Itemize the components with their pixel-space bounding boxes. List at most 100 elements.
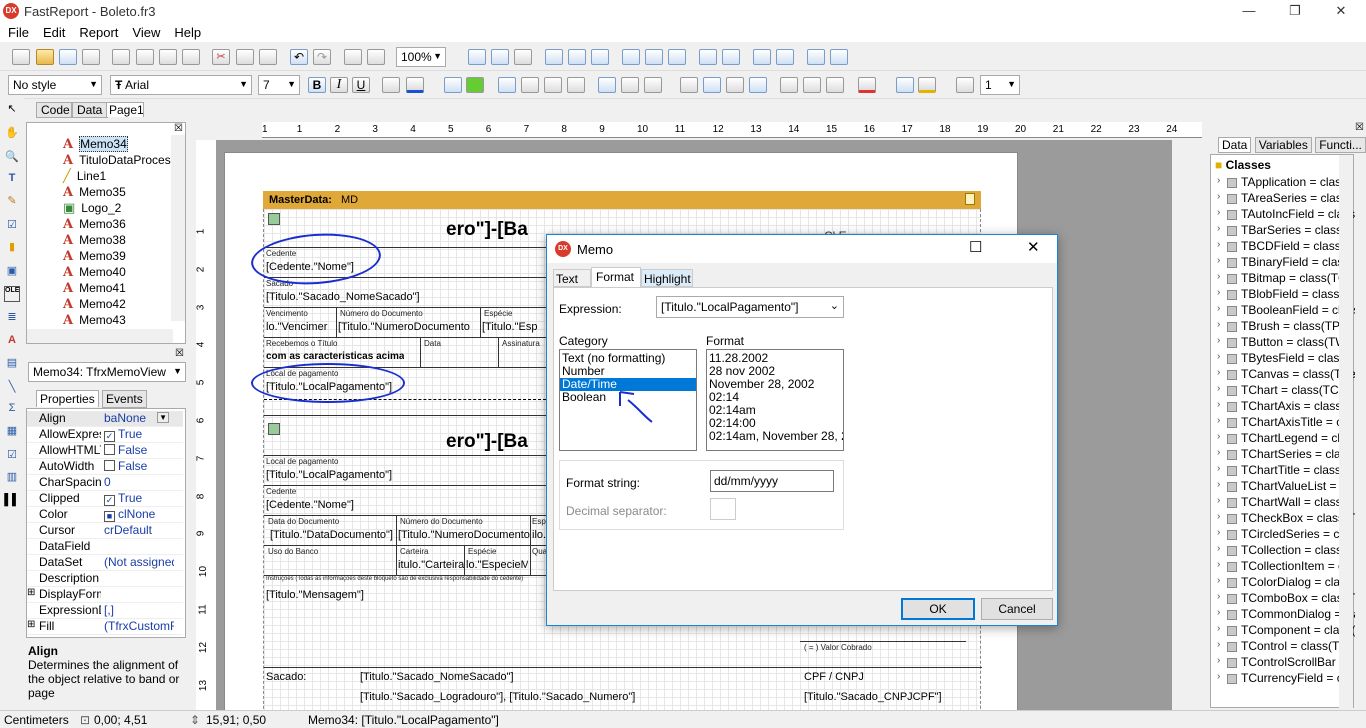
design-vscrollbar[interactable] <box>1172 140 1188 710</box>
zoom-tool-icon[interactable]: 🔍 <box>4 150 20 166</box>
page-settings-icon[interactable] <box>182 49 200 65</box>
property-row[interactable]: Cursor crDefault <box>27 523 183 539</box>
ok-button[interactable]: OK <box>901 598 975 620</box>
recebemos-field[interactable]: com as caracteristicas acima <box>266 351 404 362</box>
tree-item[interactable]: A Memo43 <box>63 313 126 329</box>
property-row[interactable]: ⊞ Fill (TfrxCustomF <box>27 619 183 635</box>
close-button[interactable]: ✕ <box>1318 0 1364 22</box>
class-item[interactable]: TBinaryField = class <box>1241 255 1355 269</box>
tab-data-tree[interactable]: Data <box>1218 137 1252 153</box>
preview-icon[interactable] <box>82 49 100 65</box>
expand-icon[interactable]: › <box>1217 671 1220 682</box>
property-row[interactable]: DataSet (Not assigned) <box>27 555 183 571</box>
classes-root[interactable]: ■ Classes <box>1215 158 1271 172</box>
checkbox-icon[interactable] <box>104 460 115 471</box>
bank-header-1[interactable]: ero"]-[Ba <box>446 219 528 241</box>
format-list[interactable]: 11.28.2002 28 nov 2002 November 28, 2002 02… <box>706 349 844 451</box>
class-item[interactable]: TButton = class(TWi <box>1241 335 1355 349</box>
restore-button[interactable]: ❐ <box>1272 0 1318 22</box>
property-value[interactable]: (TfrxCustomF <box>104 619 174 633</box>
new-page-icon[interactable] <box>112 49 130 65</box>
expand-icon[interactable]: › <box>1217 575 1220 586</box>
style-select[interactable]: No style ▼ <box>8 75 102 95</box>
fit-to-grid-icon[interactable] <box>514 49 532 65</box>
tab-code[interactable]: Code <box>36 102 72 118</box>
band-options-icon[interactable] <box>965 193 975 205</box>
expand-icon[interactable]: › <box>1217 399 1220 410</box>
text-align-center-icon[interactable] <box>521 77 539 93</box>
frame-top-icon[interactable] <box>680 77 698 93</box>
frame-style-icon[interactable] <box>956 77 974 93</box>
property-row[interactable]: DataField <box>27 539 183 555</box>
class-item[interactable]: TCanvas = class(TPe <box>1241 367 1355 381</box>
font-settings-icon[interactable] <box>382 77 400 93</box>
tab-data[interactable]: Data <box>72 102 108 118</box>
expand-icon[interactable]: › <box>1217 495 1220 506</box>
frame-all-icon[interactable] <box>780 77 798 93</box>
class-item[interactable]: TChartLegend = clas <box>1241 431 1355 445</box>
expand-icon[interactable]: › <box>1217 383 1220 394</box>
chart-tool-icon[interactable]: ▮ <box>4 240 20 256</box>
inspector-close-icon[interactable]: ☒ <box>175 348 184 359</box>
expression-select[interactable]: [Titulo."LocalPagamento"] ⌄ <box>656 296 844 318</box>
tree-item[interactable]: A Memo36 <box>63 217 126 233</box>
tree-item[interactable]: A Memo42 <box>63 297 126 313</box>
undo-icon[interactable]: ↶ <box>290 49 308 65</box>
cross-tab-tool-icon[interactable]: ▦ <box>4 424 20 440</box>
subreport-tool-icon[interactable]: ▤ <box>4 356 20 372</box>
menu-view[interactable]: View <box>124 22 166 40</box>
text-object-icon[interactable]: A <box>4 334 20 350</box>
expand-icon[interactable]: › <box>1217 319 1220 330</box>
tree-scrollbar[interactable] <box>171 135 185 321</box>
especie-field-3[interactable]: lo."EspecieM <box>466 559 528 571</box>
cut-icon[interactable]: ✂ <box>212 49 230 65</box>
center-vertical-icon[interactable] <box>776 49 794 65</box>
esp-field-2[interactable]: ilo." <box>532 529 546 541</box>
expand-icon[interactable]: › <box>1217 591 1220 602</box>
cedente-field-2[interactable]: [Cedente."Nome"] <box>266 499 354 511</box>
frame-bottom-icon[interactable] <box>703 77 721 93</box>
property-row[interactable]: CharSpacing0 <box>27 475 183 491</box>
italic-button[interactable]: I <box>330 77 348 93</box>
property-value[interactable]: False <box>104 459 174 473</box>
tab-properties[interactable]: Properties <box>36 390 99 407</box>
text-align-left-icon[interactable] <box>498 77 516 93</box>
expand-icon[interactable]: ⊞ <box>27 619 35 630</box>
cpf-field[interactable]: [Titulo."Sacado_CNPJCPF"] <box>804 691 942 703</box>
align-right-icon[interactable] <box>591 49 609 65</box>
class-item[interactable]: TChartAxisTitle = cl <box>1241 415 1355 429</box>
class-item[interactable]: TComboBox = class(T <box>1241 591 1355 605</box>
hand-tool-icon[interactable]: ✋ <box>4 126 20 142</box>
class-item[interactable]: TCurrencyField = cla <box>1241 671 1355 685</box>
property-row[interactable]: AllowHTMLTa False <box>27 443 183 459</box>
tab-format[interactable]: Format <box>591 267 641 287</box>
highlight-icon[interactable] <box>444 77 462 93</box>
text-align-right-icon[interactable] <box>544 77 562 93</box>
dropdown-icon[interactable]: ▼ <box>157 412 169 423</box>
new-dialog-icon[interactable] <box>136 49 154 65</box>
tree-item[interactable]: A Memo40 <box>63 265 126 281</box>
class-item[interactable]: TAreaSeries = class <box>1241 191 1355 205</box>
same-width-icon[interactable] <box>807 49 825 65</box>
expand-icon[interactable]: › <box>1217 175 1220 186</box>
expand-icon[interactable]: › <box>1217 287 1220 298</box>
frame-width-select[interactable]: 1 ▼ <box>980 75 1020 95</box>
property-row[interactable]: ExpressionDe[,] <box>27 603 183 619</box>
class-item[interactable]: TChartTitle = class(T <box>1241 463 1355 477</box>
font-size-select[interactable]: 7 ▼ <box>258 75 300 95</box>
checkbox-icon[interactable] <box>104 444 115 455</box>
class-item[interactable]: TCheckBox = class(T <box>1241 511 1355 525</box>
ungroup-icon[interactable] <box>367 49 385 65</box>
align-middle-icon[interactable] <box>645 49 663 65</box>
expand-icon[interactable]: › <box>1217 511 1220 522</box>
property-value[interactable]: 0 <box>104 475 174 489</box>
align-center-icon[interactable] <box>568 49 586 65</box>
show-grid-icon[interactable] <box>468 49 486 65</box>
class-item[interactable]: TChartValueList = c <box>1241 479 1355 493</box>
class-item[interactable]: TBooleanField = class <box>1241 303 1355 317</box>
menu-help[interactable]: Help <box>166 22 207 40</box>
property-value[interactable]: crDefault <box>104 523 174 537</box>
property-value[interactable]: ✓ True <box>104 427 174 442</box>
tab-highlight[interactable]: Highlight <box>641 269 693 287</box>
expand-icon[interactable]: › <box>1217 479 1220 490</box>
